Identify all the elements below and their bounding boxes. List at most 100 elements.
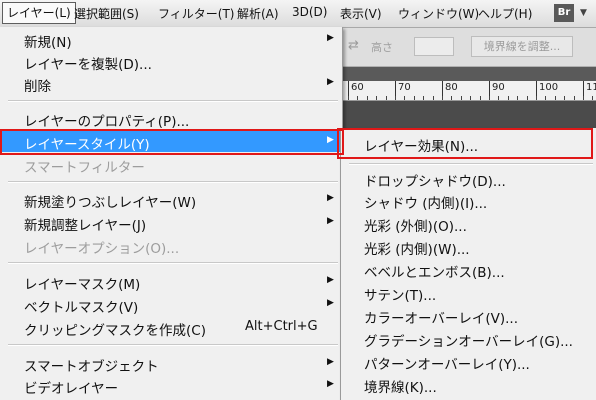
menu-item-new[interactable]: 新規(N) ▶: [1, 28, 341, 51]
layer-style-submenu: レイヤー効果(N)... ドロップシャドウ(D)... シャドウ (内側)(I)…: [340, 128, 596, 400]
ruler-minor-tick: [555, 96, 556, 100]
submenu-arrow-icon: ▶: [327, 193, 334, 203]
menu-separator: [8, 100, 338, 102]
ruler-minor-tick: [508, 96, 509, 100]
menu-item-layer-properties[interactable]: レイヤーのプロパティ(P)...: [1, 107, 341, 130]
ruler-minor-tick: [442, 96, 443, 100]
submenu-arrow-icon: ▶: [327, 216, 334, 226]
layer-menu-dropdown: 新規(N) ▶ レイヤーを複製(D)... 削除 ▶ レイヤーのプロパティ(P)…: [0, 27, 343, 400]
swap-arrows-icon[interactable]: ⇄: [348, 38, 359, 53]
menu-separator: [349, 163, 593, 165]
ruler-label: 80: [445, 82, 458, 93]
submenu-arrow-icon: ▶: [327, 357, 334, 367]
ruler-minor-tick: [564, 96, 565, 100]
submenu-item-gradient-overlay[interactable]: グラデーションオーバーレイ(G)...: [341, 327, 596, 350]
menu-item-label: 新規(N): [24, 35, 72, 51]
ruler-minor-tick: [386, 96, 387, 100]
menu-item-smart-filter[interactable]: スマートフィルター: [1, 153, 341, 176]
menu-item-label: レイヤースタイル(Y): [24, 137, 150, 153]
submenu-item-outer-glow[interactable]: 光彩 (外側)(O)...: [341, 212, 596, 235]
submenu-item-label: 光彩 (外側)(O)...: [364, 219, 467, 235]
menu-item-new-fill-layer[interactable]: 新規塗りつぶしレイヤー(W) ▶: [1, 188, 341, 211]
menu-3d[interactable]: 3D(D): [292, 5, 327, 19]
submenu-item-bevel-emboss[interactable]: ベベルとエンボス(B)...: [341, 258, 596, 281]
ruler-minor-tick: [592, 96, 593, 100]
submenu-item-color-overlay[interactable]: カラーオーバーレイ(V)...: [341, 304, 596, 327]
ruler-label: 60: [351, 82, 364, 93]
ruler-label: 100: [539, 82, 559, 93]
ruler-minor-tick: [498, 96, 499, 100]
bridge-icon[interactable]: Br: [554, 4, 574, 22]
refine-edge-button[interactable]: 境界線を調整...: [471, 36, 573, 57]
submenu-item-stroke[interactable]: 境界線(K)...: [341, 373, 596, 396]
menu-item-label: スマートフィルター: [24, 160, 145, 176]
menu-item-label: クリッピングマスクを作成(C): [24, 323, 206, 339]
submenu-item-label: 光彩 (内側)(W)...: [364, 242, 470, 258]
chevron-down-icon[interactable]: ▼: [580, 8, 587, 18]
ruler-minor-tick: [451, 96, 452, 100]
submenu-arrow-icon: ▶: [327, 275, 334, 285]
submenu-arrow-icon: ▶: [327, 33, 334, 43]
menu-filter[interactable]: フィルター(T): [158, 5, 234, 22]
submenu-item-blending-options[interactable]: レイヤー効果(N)...: [341, 132, 596, 155]
options-bar: ⇄ 高さ 境界線を調整...: [340, 28, 596, 67]
menu-item-delete[interactable]: 削除 ▶: [1, 72, 341, 95]
submenu-item-satin[interactable]: サテン(T)...: [341, 281, 596, 304]
menu-item-label: ベクトルマスク(V): [24, 300, 139, 316]
ruler-label: 110: [586, 82, 596, 93]
submenu-item-label: ドロップシャドウ(D)...: [364, 174, 506, 190]
menu-item-create-clipping-mask[interactable]: クリッピングマスクを作成(C) Alt+Ctrl+G: [1, 316, 341, 339]
menu-item-label: レイヤーを複製(D)...: [24, 57, 152, 73]
menu-item-label: 削除: [24, 79, 51, 95]
menu-item-layer-style[interactable]: レイヤースタイル(Y) ▶: [1, 130, 341, 153]
menu-item-layer-mask[interactable]: レイヤーマスク(M) ▶: [1, 270, 341, 293]
menu-analysis[interactable]: 解析(A): [237, 5, 279, 22]
menu-bar: レイヤー(L) 選択範囲(S) フィルター(T) 解析(A) 3D(D) 表示(…: [0, 0, 596, 28]
menu-separator: [8, 344, 338, 346]
menu-separator: [8, 262, 338, 264]
submenu-item-drop-shadow[interactable]: ドロップシャドウ(D)...: [341, 167, 596, 190]
submenu-item-label: パターンオーバーレイ(Y)...: [364, 357, 530, 373]
ruler-minor-tick: [376, 96, 377, 100]
submenu-item-label: レイヤー効果(N)...: [364, 139, 479, 155]
menu-select[interactable]: 選択範囲(S): [74, 5, 139, 22]
ruler-minor-tick: [395, 96, 396, 100]
menu-item-shortcut: Alt+Ctrl+G: [245, 319, 318, 334]
menu-item-label: ビデオレイヤー: [24, 381, 119, 397]
ruler-minor-tick: [583, 96, 584, 100]
ruler-minor-tick: [433, 96, 434, 100]
menu-item-label: スマートオブジェクト: [24, 359, 159, 375]
height-field[interactable]: [414, 37, 454, 56]
ruler-minor-tick: [545, 96, 546, 100]
menu-separator: [8, 181, 338, 183]
menu-window[interactable]: ウィンドウ(W): [398, 5, 479, 22]
ruler-minor-tick: [480, 96, 481, 100]
submenu-item-inner-shadow[interactable]: シャドウ (内側)(I)...: [341, 189, 596, 212]
document-tab-strip: [340, 67, 596, 81]
menu-item-label: レイヤーマスク(M): [24, 277, 141, 293]
ruler-minor-tick: [574, 96, 575, 100]
menu-help[interactable]: ヘルプ(H): [478, 5, 532, 22]
ruler-minor-tick: [517, 96, 518, 100]
menu-item-label: レイヤーのプロパティ(P)...: [24, 114, 190, 130]
submenu-arrow-icon: ▶: [327, 298, 334, 308]
menu-item-layer-options[interactable]: レイヤーオプション(O)...: [1, 234, 341, 257]
ruler-minor-tick: [489, 96, 490, 100]
menu-item-duplicate-layer[interactable]: レイヤーを複製(D)...: [1, 50, 341, 73]
menu-item-vector-mask[interactable]: ベクトルマスク(V) ▶: [1, 293, 341, 316]
menu-item-video-layer[interactable]: ビデオレイヤー ▶: [1, 374, 341, 397]
menu-item-new-adjustment-layer[interactable]: 新規調整レイヤー(J) ▶: [1, 211, 341, 234]
ruler-minor-tick: [470, 96, 471, 100]
submenu-item-label: グラデーションオーバーレイ(G)...: [364, 334, 573, 350]
ruler-minor-tick: [536, 96, 537, 100]
menu-layer[interactable]: レイヤー(L): [2, 2, 76, 24]
ruler-minor-tick: [461, 96, 462, 100]
menu-item-smart-object[interactable]: スマートオブジェクト ▶: [1, 352, 341, 375]
submenu-item-label: 境界線(K)...: [364, 380, 437, 396]
ruler-minor-tick: [423, 96, 424, 100]
menu-item-label: 新規塗りつぶしレイヤー(W): [24, 195, 197, 211]
submenu-item-pattern-overlay[interactable]: パターンオーバーレイ(Y)...: [341, 350, 596, 373]
ruler-minor-tick: [414, 96, 415, 100]
submenu-item-inner-glow[interactable]: 光彩 (内側)(W)...: [341, 235, 596, 258]
menu-view[interactable]: 表示(V): [340, 5, 382, 22]
